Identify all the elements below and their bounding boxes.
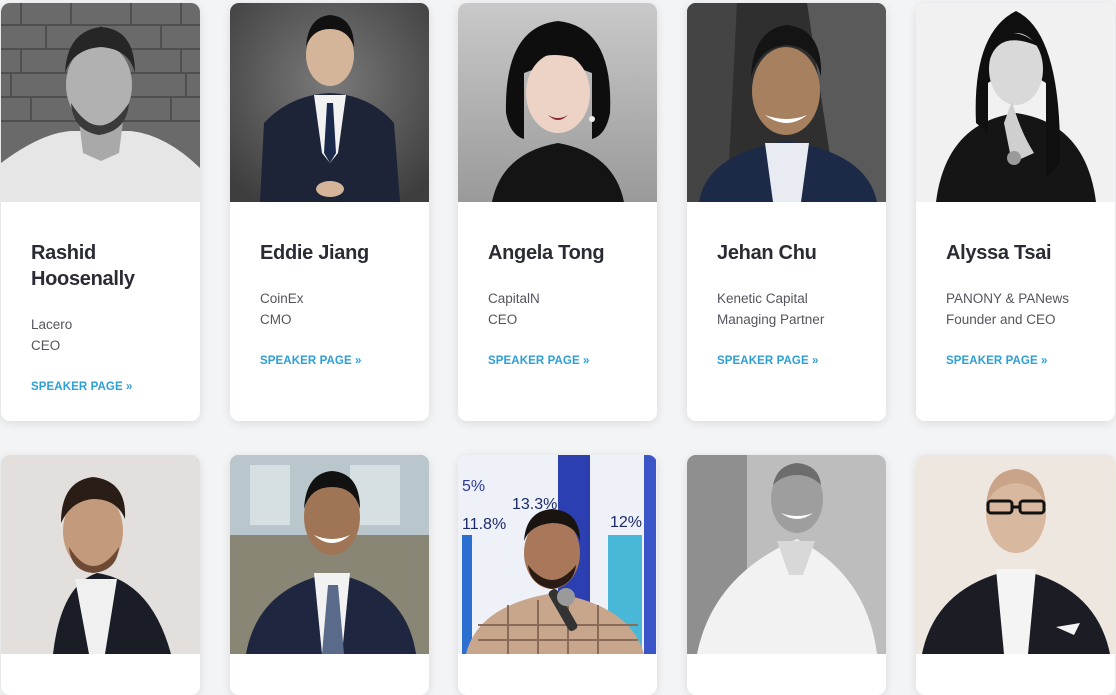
speaker-organization: CoinEx	[260, 291, 304, 306]
speaker-role: Managing Partner	[717, 312, 825, 327]
speaker-page-link[interactable]: SPEAKER PAGE »	[260, 355, 362, 367]
speaker-card: Eddie Jiang CoinEx CMO SPEAKER PAGE »	[230, 3, 429, 421]
speaker-card	[687, 455, 886, 695]
speaker-page-link[interactable]: SPEAKER PAGE »	[488, 355, 590, 367]
speaker-card	[1, 455, 200, 695]
speaker-role: Founder and CEO	[946, 312, 1056, 327]
speaker-photo[interactable]	[458, 3, 657, 202]
speaker-photo[interactable]	[687, 3, 886, 202]
speaker-page-link[interactable]: SPEAKER PAGE »	[717, 355, 819, 367]
speaker-name: Eddie Jiang	[260, 242, 369, 264]
speaker-photo[interactable]	[1, 3, 200, 202]
speaker-organization: CapitalN	[488, 291, 540, 306]
speaker-photo[interactable]: 5% 13.3% 11.8% 12%	[458, 455, 657, 654]
speaker-organization: Kenetic Capital	[717, 291, 808, 306]
speaker-card: Rashid Hoosenally Lacero CEO SPEAKER PAG…	[1, 3, 200, 421]
speaker-name: Jehan Chu	[717, 242, 817, 264]
speaker-photo[interactable]	[230, 455, 429, 654]
speaker-name: Alyssa Tsai	[946, 242, 1052, 264]
speaker-photo[interactable]	[687, 455, 886, 654]
speaker-card: Alyssa Tsai PANONY & PANews Founder and …	[916, 3, 1115, 421]
screen-figure-text: 12%	[610, 514, 642, 531]
screen-figure-text: 5%	[462, 478, 485, 495]
speaker-organization: PANONY & PANews	[946, 291, 1070, 306]
speaker-page-link[interactable]: SPEAKER PAGE »	[946, 355, 1048, 367]
speaker-card	[916, 455, 1115, 695]
speaker-organization: Lacero	[31, 317, 73, 332]
speaker-role: CMO	[260, 312, 292, 327]
speaker-role: CEO	[31, 338, 61, 353]
speaker-card: Jehan Chu Kenetic Capital Managing Partn…	[687, 3, 886, 421]
speaker-card	[230, 455, 429, 695]
speaker-role: CEO	[488, 312, 518, 327]
speaker-page-link[interactable]: SPEAKER PAGE »	[31, 381, 133, 393]
speaker-photo[interactable]	[916, 3, 1115, 202]
speaker-photo[interactable]	[1, 455, 200, 654]
speaker-photo[interactable]	[916, 455, 1115, 654]
speaker-photo[interactable]	[230, 3, 429, 202]
speaker-name: Rashid Hoosenally	[31, 242, 135, 290]
speaker-card: 5% 13.3% 11.8% 12%	[458, 455, 657, 695]
speaker-name: Angela Tong	[488, 242, 605, 264]
screen-figure-text: 11.8%	[462, 516, 506, 533]
speaker-card: Angela Tong CapitalN CEO SPEAKER PAGE »	[458, 3, 657, 421]
